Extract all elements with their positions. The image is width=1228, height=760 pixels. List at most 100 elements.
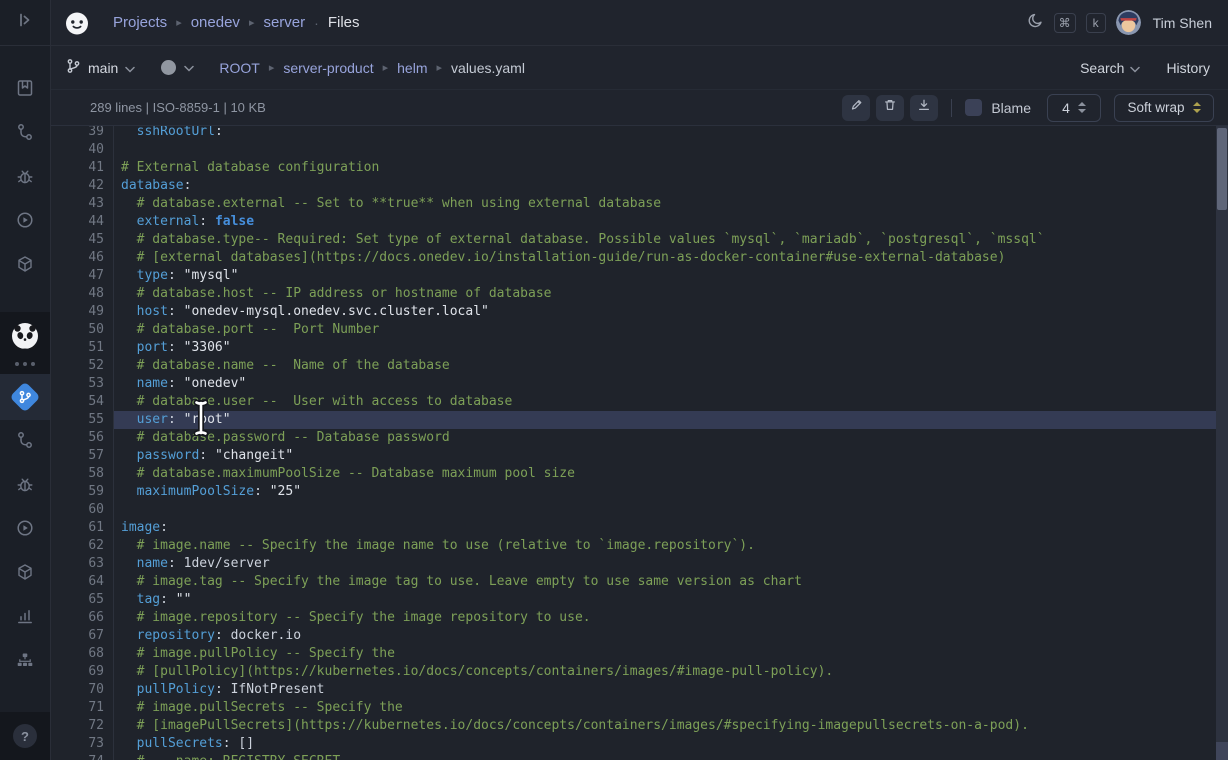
code-line-text[interactable]: # database.host -- IP address or hostnam… bbox=[114, 285, 1216, 303]
code-line-text[interactable]: # image.pullSecrets -- Specify the bbox=[114, 699, 1216, 717]
code-line-text[interactable]: database: bbox=[114, 177, 1216, 195]
edit-button[interactable] bbox=[842, 95, 870, 121]
code-line-text[interactable]: tag: "" bbox=[114, 591, 1216, 609]
code-line-text[interactable]: external: false bbox=[114, 213, 1216, 231]
code-line[interactable]: 42database: bbox=[51, 177, 1216, 195]
code-line[interactable]: 54 # database.user -- User with access t… bbox=[51, 393, 1216, 411]
line-number[interactable]: 57 bbox=[51, 447, 114, 465]
line-number[interactable]: 62 bbox=[51, 537, 114, 555]
project-avatar[interactable] bbox=[11, 322, 39, 355]
code-line[interactable]: 66 # image.repository -- Specify the ima… bbox=[51, 609, 1216, 627]
code-line[interactable]: 69 # [pullPolicy](https://kubernetes.io/… bbox=[51, 663, 1216, 681]
user-name[interactable]: Tim Shen bbox=[1153, 15, 1212, 31]
branch-selector[interactable]: main bbox=[66, 58, 135, 77]
code-line[interactable]: 57 password: "changeit" bbox=[51, 447, 1216, 465]
line-number[interactable]: 51 bbox=[51, 339, 114, 357]
code-line[interactable]: 65 tag: "" bbox=[51, 591, 1216, 609]
line-number[interactable]: 73 bbox=[51, 735, 114, 753]
code-line[interactable]: 68 # image.pullPolicy -- Specify the bbox=[51, 645, 1216, 663]
line-number[interactable]: 64 bbox=[51, 573, 114, 591]
code-line[interactable]: 51 port: "3306" bbox=[51, 339, 1216, 357]
sidebar-item-issues-2[interactable] bbox=[0, 464, 50, 508]
line-number[interactable]: 63 bbox=[51, 555, 114, 573]
code-line-text[interactable]: # database.type-- Required: Set type of … bbox=[114, 231, 1216, 249]
code-line-text[interactable]: # database.external -- Set to **true** w… bbox=[114, 195, 1216, 213]
line-number[interactable]: 61 bbox=[51, 519, 114, 537]
code-line-text[interactable]: image: bbox=[114, 519, 1216, 537]
stepper-arrows-icon[interactable] bbox=[1078, 102, 1086, 113]
code-line[interactable]: 67 repository: docker.io bbox=[51, 627, 1216, 645]
code-line[interactable]: 64 # image.tag -- Specify the image tag … bbox=[51, 573, 1216, 591]
line-number[interactable]: 40 bbox=[51, 141, 114, 159]
tab-size-stepper[interactable]: 4 bbox=[1047, 94, 1101, 122]
code-line-text[interactable]: # External database configuration bbox=[114, 159, 1216, 177]
code-editor[interactable]: 39 sshRootUrl:4041# External database co… bbox=[51, 126, 1228, 760]
sidebar-item-docs[interactable] bbox=[0, 68, 50, 112]
code-line[interactable]: 71 # image.pullSecrets -- Specify the bbox=[51, 699, 1216, 717]
line-number[interactable]: 71 bbox=[51, 699, 114, 717]
sidebar-item-packages[interactable] bbox=[0, 244, 50, 288]
sidebar-help[interactable]: ? bbox=[0, 712, 50, 760]
onedev-logo[interactable] bbox=[64, 10, 90, 36]
code-line[interactable]: 50 # database.port -- Port Number bbox=[51, 321, 1216, 339]
code-line-text[interactable]: # database.password -- Database password bbox=[114, 429, 1216, 447]
code-line[interactable]: 60 bbox=[51, 501, 1216, 519]
line-number[interactable]: 55 bbox=[51, 411, 114, 429]
line-number[interactable]: 48 bbox=[51, 285, 114, 303]
more-icon[interactable] bbox=[15, 362, 35, 366]
line-number[interactable]: 41 bbox=[51, 159, 114, 177]
code-line[interactable]: 56 # database.password -- Database passw… bbox=[51, 429, 1216, 447]
code-line[interactable]: 55 user: "root" bbox=[51, 411, 1216, 429]
line-number[interactable]: 65 bbox=[51, 591, 114, 609]
commit-status-selector[interactable] bbox=[161, 59, 194, 77]
code-line-text[interactable]: pullSecrets: [] bbox=[114, 735, 1216, 753]
line-number[interactable]: 58 bbox=[51, 465, 114, 483]
sidebar-item-pull-requests-2[interactable] bbox=[0, 420, 50, 464]
code-line[interactable]: 47 type: "mysql" bbox=[51, 267, 1216, 285]
sidebar-item-hierarchy[interactable] bbox=[0, 640, 50, 684]
code-line[interactable]: 72 # [imagePullSecrets](https://kubernet… bbox=[51, 717, 1216, 735]
sidebar-item-issues[interactable] bbox=[0, 156, 50, 200]
user-avatar[interactable] bbox=[1116, 10, 1141, 35]
path-root[interactable]: ROOT bbox=[219, 60, 259, 76]
code-line[interactable]: 73 pullSecrets: [] bbox=[51, 735, 1216, 753]
code-line[interactable]: 43 # database.external -- Set to **true*… bbox=[51, 195, 1216, 213]
code-line[interactable]: 53 name: "onedev" bbox=[51, 375, 1216, 393]
sidebar-item-files-active[interactable] bbox=[0, 374, 50, 420]
sidebar-item-pull-requests[interactable] bbox=[0, 112, 50, 156]
code-line-text[interactable] bbox=[114, 141, 1216, 159]
code-line-text[interactable]: # database.name -- Name of the database bbox=[114, 357, 1216, 375]
path-server-product[interactable]: server-product bbox=[283, 60, 373, 76]
code-line-text[interactable]: type: "mysql" bbox=[114, 267, 1216, 285]
code-line-text[interactable]: sshRootUrl: bbox=[114, 126, 1216, 141]
dark-mode-toggle[interactable] bbox=[1027, 12, 1044, 34]
path-helm[interactable]: helm bbox=[397, 60, 427, 76]
code-line[interactable]: 70 pullPolicy: IfNotPresent bbox=[51, 681, 1216, 699]
line-number[interactable]: 49 bbox=[51, 303, 114, 321]
code-line-text[interactable]: repository: docker.io bbox=[114, 627, 1216, 645]
code-line[interactable]: 39 sshRootUrl: bbox=[51, 126, 1216, 141]
code-line[interactable]: 63 name: 1dev/server bbox=[51, 555, 1216, 573]
code-line-text[interactable]: # image.repository -- Specify the image … bbox=[114, 609, 1216, 627]
sidebar-item-builds[interactable] bbox=[0, 200, 50, 244]
code-line-text[interactable]: maximumPoolSize: "25" bbox=[114, 483, 1216, 501]
line-number[interactable]: 44 bbox=[51, 213, 114, 231]
line-number[interactable]: 39 bbox=[51, 126, 114, 141]
line-number[interactable]: 42 bbox=[51, 177, 114, 195]
code-line-text[interactable]: # database.port -- Port Number bbox=[114, 321, 1216, 339]
code-line-text[interactable]: name: "onedev" bbox=[114, 375, 1216, 393]
line-number[interactable]: 47 bbox=[51, 267, 114, 285]
breadcrumb-server[interactable]: server bbox=[263, 14, 305, 31]
line-number[interactable]: 54 bbox=[51, 393, 114, 411]
code-line-text[interactable]: pullPolicy: IfNotPresent bbox=[114, 681, 1216, 699]
sidebar-expand-button[interactable] bbox=[0, 0, 50, 46]
code-line[interactable]: 48 # database.host -- IP address or host… bbox=[51, 285, 1216, 303]
line-number[interactable]: 60 bbox=[51, 501, 114, 519]
breadcrumb-onedev[interactable]: onedev bbox=[191, 14, 240, 31]
code-line[interactable]: 40 bbox=[51, 141, 1216, 159]
code-line-text[interactable]: # [imagePullSecrets](https://kubernetes.… bbox=[114, 717, 1216, 735]
line-number[interactable]: 46 bbox=[51, 249, 114, 267]
line-number[interactable]: 72 bbox=[51, 717, 114, 735]
sidebar-item-packages-2[interactable] bbox=[0, 552, 50, 596]
code-line-text[interactable]: name: 1dev/server bbox=[114, 555, 1216, 573]
